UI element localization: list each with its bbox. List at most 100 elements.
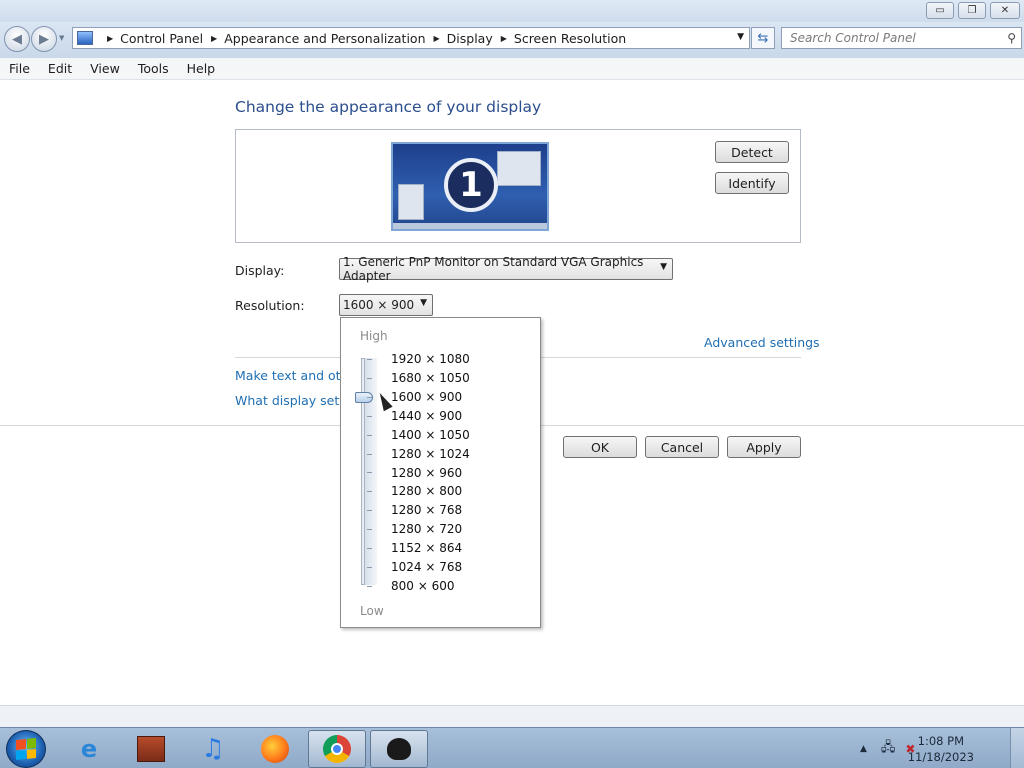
monitor-1-thumbnail[interactable]: 1 xyxy=(391,142,549,231)
cancel-button[interactable]: Cancel xyxy=(645,436,719,458)
display-select-value: 1. Generic PnP Monitor on Standard VGA G… xyxy=(343,255,644,283)
menu-bar: File Edit View Tools Help xyxy=(0,58,1024,80)
detect-button[interactable]: Detect xyxy=(715,141,789,163)
mini-taskbar-graphic xyxy=(393,223,547,229)
page-title: Change the appearance of your display xyxy=(235,98,542,116)
slider-tick xyxy=(367,454,372,455)
slider-tick xyxy=(367,378,372,379)
mini-window-graphic xyxy=(398,184,424,220)
status-bar xyxy=(0,705,1024,727)
slider-tick xyxy=(367,567,372,568)
chevron-down-icon: ▼ xyxy=(660,262,667,272)
firefox-icon[interactable] xyxy=(246,730,304,768)
media-player-icon[interactable] xyxy=(122,730,180,768)
refresh-icon: ⇆ xyxy=(757,30,769,46)
forward-button[interactable]: ▶ xyxy=(31,26,57,52)
refresh-button[interactable]: ⇆ xyxy=(751,27,775,49)
menu-file[interactable]: File xyxy=(0,61,39,76)
breadcrumb-screen-resolution[interactable]: Screen Resolution xyxy=(514,31,626,46)
breadcrumb: ▶ Control Panel ▶ Appearance and Persona… xyxy=(99,31,626,46)
display-select[interactable]: 1. Generic PnP Monitor on Standard VGA G… xyxy=(339,255,673,283)
breadcrumb-control-panel[interactable]: Control Panel xyxy=(120,31,203,46)
minimize-button[interactable]: ▭ xyxy=(926,2,954,19)
taskbar: e ♫ ▲ 🖧 ✖ 1:08 PM 11/18/2023 xyxy=(0,727,1024,768)
address-history-dropdown[interactable]: ▼ xyxy=(737,32,744,42)
slider-tick xyxy=(367,586,372,587)
monitor-number-badge: 1 xyxy=(444,158,498,212)
resolution-select-value: 1600 × 900 xyxy=(343,298,415,312)
breadcrumb-appearance[interactable]: Appearance and Personalization xyxy=(224,31,425,46)
high-label: High xyxy=(360,329,388,343)
resolution-option[interactable]: 1920 × 1080 xyxy=(391,352,470,366)
itunes-icon[interactable]: ♫ xyxy=(184,730,242,768)
back-button[interactable]: ◀ xyxy=(4,26,30,52)
recent-pages-dropdown[interactable]: ▼ xyxy=(59,34,64,42)
search-input[interactable]: Search Control Panel ⚲ xyxy=(781,27,1022,49)
mini-window-graphic xyxy=(497,151,541,186)
resolution-option[interactable]: 1280 × 1024 xyxy=(391,447,470,461)
clock-time: 1:08 PM xyxy=(917,734,965,748)
start-button[interactable] xyxy=(6,730,46,768)
resolution-option[interactable]: 1440 × 900 xyxy=(391,409,462,423)
slider-tick xyxy=(367,416,372,417)
restore-icon: ❐ xyxy=(967,5,977,16)
maximize-button[interactable]: ❐ xyxy=(958,2,986,19)
slider-tick xyxy=(367,435,372,436)
advanced-settings-link[interactable]: Advanced settings xyxy=(704,335,820,350)
slider-tick xyxy=(367,359,372,360)
slider-tick xyxy=(367,491,372,492)
resolution-option[interactable]: 1600 × 900 xyxy=(391,390,462,404)
title-bar: ▭ ❐ ✕ xyxy=(0,0,1024,22)
search-icon: ⚲ xyxy=(1007,31,1016,45)
resolution-option[interactable]: 1280 × 768 xyxy=(391,503,462,517)
chrome-icon[interactable] xyxy=(308,730,366,768)
network-icon[interactable]: 🖧 xyxy=(881,738,896,760)
resolution-select[interactable]: 1600 × 900 ▼ xyxy=(339,294,433,316)
resolution-option[interactable]: 1400 × 1050 xyxy=(391,428,470,442)
monitor-preview-panel: 1 Detect Identify xyxy=(235,129,801,243)
chevron-right-icon[interactable]: ▶ xyxy=(211,34,217,43)
internet-explorer-icon[interactable]: e xyxy=(60,730,118,768)
slider-tick xyxy=(367,548,372,549)
menu-help[interactable]: Help xyxy=(178,61,225,76)
show-hidden-icons-icon[interactable]: ▲ xyxy=(860,744,867,754)
low-label: Low xyxy=(360,604,384,618)
search-placeholder: Search Control Panel xyxy=(790,31,916,45)
minimize-icon: ▭ xyxy=(935,5,945,16)
chevron-right-icon[interactable]: ▶ xyxy=(434,34,440,43)
identify-button[interactable]: Identify xyxy=(715,172,789,194)
chevron-right-icon[interactable]: ▶ xyxy=(501,34,507,43)
paint-icon[interactable] xyxy=(370,730,428,768)
resolution-option[interactable]: 1024 × 768 xyxy=(391,560,462,574)
forward-arrow-icon: ▶ xyxy=(39,31,49,47)
clock-date: 11/18/2023 xyxy=(907,750,974,764)
resolution-option[interactable]: 1152 × 864 xyxy=(391,541,462,555)
clock[interactable]: 1:08 PM 11/18/2023 xyxy=(908,733,974,765)
slider-tick xyxy=(367,397,372,398)
breadcrumb-display[interactable]: Display xyxy=(447,31,493,46)
menu-tools[interactable]: Tools xyxy=(129,61,178,76)
menu-view[interactable]: View xyxy=(81,61,129,76)
close-button[interactable]: ✕ xyxy=(990,2,1020,19)
resolution-option[interactable]: 1280 × 720 xyxy=(391,522,462,536)
slider-tick xyxy=(367,529,372,530)
address-toolbar: ◀ ▶ ▼ ▶ Control Panel ▶ Appearance and P… xyxy=(0,22,1024,58)
windows-logo-icon xyxy=(16,737,36,761)
slider-tick xyxy=(367,472,372,473)
apply-button[interactable]: Apply xyxy=(727,436,801,458)
resolution-dropdown: High 1920 × 1080 1680 × 1050 1600 × 900 … xyxy=(340,317,541,628)
menu-edit[interactable]: Edit xyxy=(39,61,81,76)
show-desktop-button[interactable] xyxy=(1010,728,1024,768)
address-bar[interactable]: ▶ Control Panel ▶ Appearance and Persona… xyxy=(72,27,750,49)
chevron-down-icon: ▼ xyxy=(420,298,427,308)
resolution-option[interactable]: 1280 × 960 xyxy=(391,466,462,480)
slider-tick xyxy=(367,510,372,511)
resolution-option[interactable]: 1280 × 800 xyxy=(391,484,462,498)
chevron-right-icon: ▶ xyxy=(107,33,114,43)
control-panel-icon xyxy=(77,31,93,45)
resolution-option[interactable]: 1680 × 1050 xyxy=(391,371,470,385)
close-icon: ✕ xyxy=(1000,5,1010,16)
resolution-option[interactable]: 800 × 600 xyxy=(391,579,455,593)
ok-button[interactable]: OK xyxy=(563,436,637,458)
back-arrow-icon: ◀ xyxy=(12,31,22,47)
